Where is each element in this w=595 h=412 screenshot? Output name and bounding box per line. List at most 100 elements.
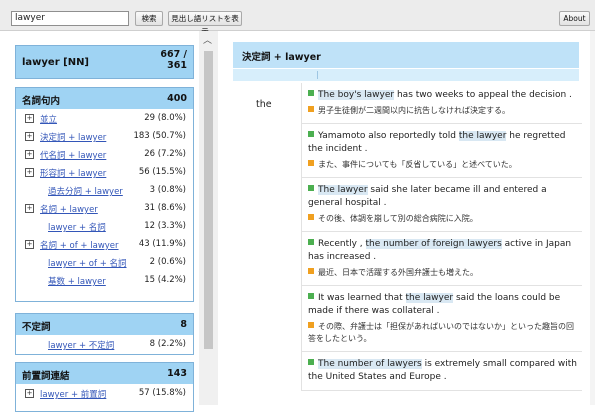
japanese-text: 男子生徒側が二週間以内に抗告しなければ決定する。 — [318, 106, 510, 115]
group-title: 名詞句内 — [22, 96, 61, 107]
group-infinitive: 不定詞 8 lawyer + 不定詞 8 (2.2%) — [15, 313, 194, 355]
collocation-count: 15 (4.2%) — [144, 275, 186, 285]
group-count: 143 — [167, 368, 187, 379]
collocation-row[interactable]: + 並立 29 (8.0%) — [16, 109, 193, 127]
group-count: 400 — [167, 93, 187, 104]
search-button[interactable]: 検索 — [135, 11, 163, 26]
expand-icon[interactable]: + — [25, 132, 34, 141]
english-marker-icon — [308, 185, 314, 191]
collocation-row[interactable]: + 名詞 + lawyer 31 (8.6%) — [16, 199, 193, 217]
example-item: The boy's lawyer has two weeks to appeal… — [302, 83, 582, 124]
example-english: The boy's lawyer has two weeks to appeal… — [308, 89, 578, 102]
show-headword-list-button[interactable]: 見出し語リストを表示 — [168, 11, 242, 36]
group-header[interactable]: 名詞句内 400 — [16, 88, 193, 109]
top-toolbar: lawyer 検索 見出し語リストを表示 About — [0, 0, 595, 36]
lemma-count: 667 / 361 — [160, 49, 187, 71]
scrollbar-thumb[interactable] — [204, 51, 213, 349]
group-noun-phrase: 名詞句内 400 + 並立 29 (8.0%) + 決定詞 + lawyer 183 (5… — [15, 87, 194, 302]
example-item: The number of lawyers is extremely small… — [302, 352, 582, 391]
example-list: The boy's lawyer has two weeks to appeal… — [301, 83, 582, 391]
collocation-count: 29 (8.0%) — [144, 113, 186, 123]
scroll-up-icon[interactable]: ︿ — [203, 33, 212, 46]
collocation-row[interactable]: 過去分詞 + lawyer 3 (0.8%) — [16, 181, 193, 199]
collocation-count: 43 (11.9%) — [138, 239, 186, 249]
collocation-count: 2 (0.6%) — [149, 257, 186, 267]
collocation-link[interactable]: 決定詞 + lawyer — [40, 131, 106, 143]
collocation-link[interactable]: lawyer + 名詞 — [48, 221, 106, 233]
japanese-marker-icon — [308, 322, 314, 328]
collocation-row[interactable]: 基数 + lawyer 15 (4.2%) — [16, 271, 193, 289]
collocation-row[interactable]: lawyer + 名詞 12 (3.3%) — [16, 217, 193, 235]
example-text: Recently , — [318, 239, 366, 249]
collocation-row[interactable]: + 代名詞 + lawyer 26 (7.2%) — [16, 145, 193, 163]
lemma-title: lawyer [NN] — [22, 57, 90, 68]
collocation-row[interactable]: lawyer + 不定詞 8 (2.2%) — [16, 335, 193, 353]
example-japanese: 最近、日本で活躍する外国弁護士も増えた。 — [308, 267, 578, 279]
collocation-link[interactable]: 過去分詞 + lawyer — [48, 185, 123, 197]
japanese-text: その際、弁護士は「担保があればいいのではないか」といった趣旨の回答をしたという。 — [308, 322, 574, 343]
left-scrollbar[interactable]: ︿ — [199, 31, 218, 405]
collocation-row[interactable]: lawyer + of + 名詞 2 (0.6%) — [16, 253, 193, 271]
example-item: Recently , the number of foreign lawyers… — [302, 232, 582, 286]
lemma-header[interactable]: lawyer [NN] 667 / 361 — [16, 46, 193, 78]
english-marker-icon — [308, 293, 314, 299]
expand-icon[interactable]: + — [25, 389, 34, 398]
collocation-count: 183 (50.7%) — [133, 131, 186, 141]
collocation-panel: lawyer [NN] 667 / 361 名詞句内 400 + 並立 29 (8.… — [0, 31, 196, 412]
expand-icon[interactable]: + — [25, 240, 34, 249]
example-english: Yamamoto also reportedly told the lawyer… — [308, 130, 578, 156]
example-item: It was learned that the lawyer said the … — [302, 286, 582, 352]
pattern-header: 決定詞 + lawyer — [233, 42, 579, 68]
collocation-row[interactable]: + 形容詞 + lawyer 56 (15.5%) — [16, 163, 193, 181]
collocation-highlight: The number of lawyers — [318, 359, 422, 369]
example-english: The number of lawyers is extremely small… — [308, 358, 578, 384]
collocation-highlight: the number of foreign lawyers — [365, 239, 502, 249]
english-marker-icon — [308, 131, 314, 137]
collocation-highlight: the lawyer — [405, 293, 454, 303]
collocation-count: 12 (3.3%) — [144, 221, 186, 231]
about-button[interactable]: About — [559, 11, 590, 26]
collocation-link[interactable]: 形容詞 + lawyer — [40, 167, 106, 179]
collocation-link[interactable]: lawyer + 前置詞 — [40, 388, 106, 400]
group-header[interactable]: 前置詞連結 143 — [16, 363, 193, 384]
collocation-count: 31 (8.6%) — [144, 203, 186, 213]
japanese-marker-icon — [308, 214, 314, 220]
collocation-row[interactable]: + lawyer + 前置詞 57 (15.8%) — [16, 384, 193, 402]
collocation-link[interactable]: 名詞 + lawyer — [40, 203, 98, 215]
right-scrollbar[interactable] — [590, 31, 595, 405]
collocation-count: 56 (15.5%) — [138, 167, 186, 177]
head-word-label: the — [256, 99, 272, 110]
example-item: Yamamoto also reportedly told the lawyer… — [302, 124, 582, 178]
collocation-link[interactable]: 並立 — [40, 113, 57, 125]
collocation-highlight: The lawyer — [318, 185, 368, 195]
japanese-text: また、事件についても「反省している」と述べていた。 — [318, 160, 517, 169]
collocation-link[interactable]: 基数 + lawyer — [48, 275, 106, 287]
example-japanese: また、事件についても「反省している」と述べていた。 — [308, 159, 578, 171]
example-japanese: その後、体調を崩して別の総合病院に入院。 — [308, 213, 578, 225]
search-input[interactable]: lawyer — [11, 11, 129, 26]
expand-icon[interactable]: + — [25, 150, 34, 159]
english-marker-icon — [308, 239, 314, 245]
collocation-link[interactable]: 名詞 + of + lawyer — [40, 239, 119, 251]
collocation-count: 26 (7.2%) — [144, 149, 186, 159]
lemma-box[interactable]: lawyer [NN] 667 / 361 — [15, 45, 194, 79]
example-english: The lawyer said she later became ill and… — [308, 184, 578, 210]
example-japanese: 男子生徒側が二週間以内に抗告しなければ決定する。 — [308, 105, 578, 117]
expand-icon[interactable]: + — [25, 114, 34, 123]
example-english: It was learned that the lawyer said the … — [308, 292, 578, 318]
expand-icon[interactable]: + — [25, 168, 34, 177]
collocation-link[interactable]: lawyer + 不定詞 — [48, 339, 114, 351]
collocation-link[interactable]: lawyer + of + 名詞 — [48, 257, 127, 269]
japanese-text: 最近、日本で活躍する外国弁護士も増えた。 — [318, 268, 478, 277]
example-text: It was learned that — [318, 293, 406, 303]
example-japanese: その際、弁護士は「担保があればいいのではないか」といった趣旨の回答をしたという。 — [308, 321, 578, 345]
collocation-row[interactable]: + 決定詞 + lawyer 183 (50.7%) — [16, 127, 193, 145]
collocation-link[interactable]: 代名詞 + lawyer — [40, 149, 106, 161]
expand-icon[interactable]: + — [25, 204, 34, 213]
collocation-row[interactable]: + 名詞 + of + lawyer 43 (11.9%) — [16, 235, 193, 253]
collocation-count: 8 (2.2%) — [149, 339, 186, 349]
group-count: 8 — [180, 319, 187, 330]
collocation-count: 57 (15.8%) — [138, 388, 186, 398]
japanese-marker-icon — [308, 160, 314, 166]
group-header[interactable]: 不定詞 8 — [16, 314, 193, 335]
